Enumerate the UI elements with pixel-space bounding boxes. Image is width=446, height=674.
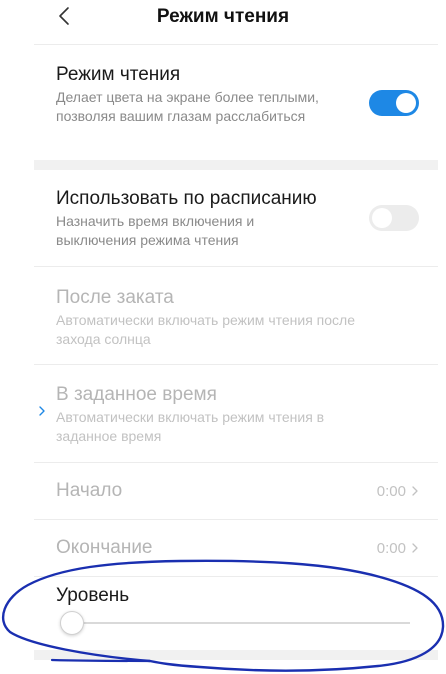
schedule-title: Использовать по расписанию [56, 188, 317, 209]
level-label: Уровень [56, 585, 130, 606]
section-separator [34, 650, 438, 660]
reading-mode-title: Режим чтения [56, 64, 181, 85]
chevron-right-icon [39, 406, 45, 416]
start-value: 0:00 [376, 482, 406, 500]
end-time-row[interactable]: Окончание 0:00 [56, 520, 420, 576]
divider [34, 576, 438, 577]
divider [34, 266, 438, 267]
level-slider-track[interactable] [72, 622, 410, 624]
schedule-description: Назначить время включения и выключения р… [56, 213, 255, 248]
section-separator [34, 160, 438, 170]
start-time-row[interactable]: Начало 0:00 [56, 463, 420, 519]
divider [34, 44, 438, 45]
chevron-right-icon [412, 486, 418, 496]
reading-mode-toggle[interactable] [369, 90, 419, 116]
toggle-knob [396, 93, 416, 113]
reading-mode-description: Делает цвета на экране более теплыми, по… [56, 89, 319, 124]
divider [34, 364, 438, 365]
after-sunset-title: После заката [56, 287, 174, 308]
selected-indicator [37, 404, 47, 423]
start-label: Начало [56, 480, 123, 501]
reading-mode-row[interactable]: Режим чтения Делает цвета на экране боле… [56, 63, 418, 126]
custom-time-title: В заданное время [56, 384, 217, 405]
custom-time-description: Автоматически включать режим чтения в за… [56, 409, 325, 444]
header-bar: Режим чтения [0, 0, 446, 36]
after-sunset-row[interactable]: После заката Автоматически включать режи… [56, 286, 418, 349]
level-slider-thumb[interactable] [60, 611, 84, 635]
after-sunset-description: Автоматически включать режим чтения посл… [56, 312, 356, 347]
end-value: 0:00 [376, 539, 406, 557]
end-label: Окончание [56, 537, 153, 558]
schedule-row[interactable]: Использовать по расписанию Назначить вре… [56, 187, 418, 250]
chevron-right-icon [412, 543, 418, 553]
toggle-knob [372, 208, 392, 228]
schedule-toggle[interactable] [369, 205, 419, 231]
page-title: Режим чтения [156, 6, 290, 27]
start-value-group: 0:00 [377, 483, 420, 500]
end-value-group: 0:00 [377, 540, 420, 557]
custom-time-row[interactable]: В заданное время Автоматически включать … [56, 383, 418, 446]
